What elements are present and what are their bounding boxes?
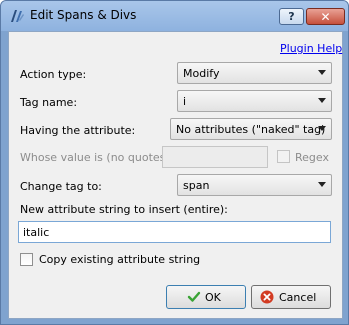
action-type-label: Action type: — [20, 68, 87, 81]
whose-value-input[interactable] — [162, 146, 268, 168]
copy-existing-label: Copy existing attribute string — [39, 253, 201, 266]
having-attribute-value: No attributes ("naked" tag) — [176, 123, 326, 136]
app-icon — [11, 10, 24, 22]
new-attribute-label: New attribute string to insert (entire): — [20, 203, 228, 216]
plugin-help-link[interactable]: Plugin Help — [280, 42, 342, 55]
chevron-down-icon — [318, 126, 326, 131]
dialog-body: Plugin Help Action type: Modify Tag name… — [8, 31, 343, 319]
ok-button[interactable]: OK — [166, 285, 246, 309]
tag-name-value: i — [183, 95, 187, 108]
ok-button-label: OK — [205, 291, 221, 304]
help-button[interactable]: ? — [279, 8, 304, 25]
regex-checkbox[interactable] — [277, 150, 290, 163]
dialog-window: Edit Spans & Divs ? ✕ Plugin Help Action… — [0, 0, 349, 325]
checkmark-icon — [187, 291, 201, 302]
chevron-down-icon — [318, 98, 326, 103]
whose-value-label: Whose value is (no quotes): — [20, 151, 174, 164]
action-type-value: Modify — [183, 67, 220, 80]
regex-label: Regex — [295, 151, 329, 164]
change-tag-label: Change tag to: — [20, 180, 102, 193]
window-title: Edit Spans & Divs — [30, 8, 137, 22]
having-attribute-select[interactable]: No attributes ("naked" tag) — [170, 118, 332, 140]
new-attribute-text: italic — [23, 226, 50, 239]
chevron-down-icon — [318, 70, 326, 75]
copy-existing-checkbox[interactable] — [20, 253, 33, 266]
action-type-select[interactable]: Modify — [177, 62, 332, 84]
title-bar[interactable]: Edit Spans & Divs ? ✕ — [1, 1, 348, 31]
new-attribute-input[interactable]: italic — [18, 221, 331, 243]
cancel-button[interactable]: Cancel — [251, 285, 331, 309]
cancel-button-label: Cancel — [279, 291, 317, 304]
chevron-down-icon — [318, 182, 326, 187]
tag-name-label: Tag name: — [20, 96, 78, 109]
change-tag-value: span — [183, 179, 210, 192]
having-attribute-label: Having the attribute: — [20, 124, 136, 137]
close-button[interactable]: ✕ — [306, 8, 345, 25]
change-tag-select[interactable]: span — [177, 174, 332, 196]
cancel-icon — [260, 290, 274, 304]
tag-name-select[interactable]: i — [177, 90, 332, 112]
